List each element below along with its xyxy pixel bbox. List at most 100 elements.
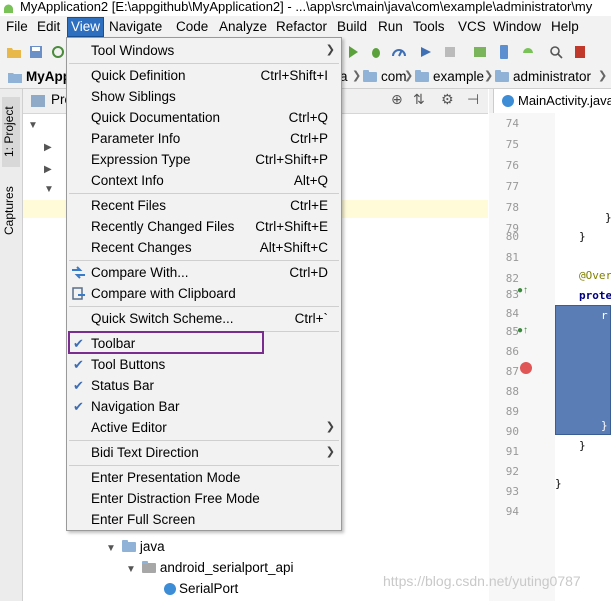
hide-panel-icon[interactable]: ⊣ xyxy=(467,91,479,108)
project-tool-tab[interactable]: 1: Project xyxy=(2,97,20,167)
menu-bar: File Edit View Navigate Code Analyze Ref… xyxy=(0,16,611,38)
tree-item-java[interactable]: ▼ java xyxy=(106,537,165,557)
menu-item-tool-buttons[interactable]: ✔ Tool Buttons xyxy=(67,354,341,375)
code-editor[interactable]: } } @Overr prote r } } } xyxy=(555,113,611,601)
folder-icon xyxy=(363,70,377,82)
line-number: 78 xyxy=(505,201,519,214)
menu-item-quick-documentation[interactable]: Quick Documentation Ctrl+Q xyxy=(67,107,341,128)
menu-separator xyxy=(69,465,339,466)
menu-item-navigation-bar[interactable]: ✔ Navigation Bar xyxy=(67,396,341,417)
menu-run[interactable]: Run xyxy=(375,18,406,36)
code-area xyxy=(555,181,611,195)
menu-item-enter-presentation-mode[interactable]: Enter Presentation Mode xyxy=(67,467,341,488)
menu-item-enter-full-screen[interactable]: Enter Full Screen xyxy=(67,509,341,530)
menu-navigate[interactable]: Navigate xyxy=(106,18,165,36)
open-folder-icon[interactable] xyxy=(6,44,22,60)
settings-gear-icon[interactable]: ⚙ xyxy=(441,91,454,108)
breadcrumb-com[interactable]: com xyxy=(363,68,407,86)
debug-icon[interactable] xyxy=(368,44,384,60)
breakpoint-icon[interactable] xyxy=(520,362,532,374)
clipboard-compare-icon xyxy=(72,287,85,300)
menu-item-tool-windows[interactable]: Tool Windows ❯ xyxy=(67,40,341,61)
menu-item-recent-changes[interactable]: Recent Changes Alt+Shift+C xyxy=(67,237,341,258)
menu-edit[interactable]: Edit xyxy=(34,18,63,36)
menu-item-context-info[interactable]: Context Info Alt+Q xyxy=(67,170,341,191)
menu-item-recent-files[interactable]: Recent Files Ctrl+E xyxy=(67,195,341,216)
save-icon[interactable] xyxy=(28,44,44,60)
tree-item-serialport[interactable]: SerialPort xyxy=(164,579,238,599)
tree-item-android-serialport-api[interactable]: ▼ android_serialport_api xyxy=(126,558,294,578)
menu-vcs[interactable]: VCS xyxy=(455,18,489,36)
line-number: 80 xyxy=(505,230,519,243)
tree-expand-arrow-icon: ▼ xyxy=(126,564,136,575)
menu-item-parameter-info[interactable]: Parameter Info Ctrl+P xyxy=(67,128,341,149)
menu-item-enter-distraction-free-mode[interactable]: Enter Distraction Free Mode xyxy=(67,488,341,509)
view-menu-dropdown: Tool Windows ❯ Quick Definition Ctrl+Shift… xyxy=(66,37,342,531)
scroll-from-source-icon[interactable]: ⊕ xyxy=(391,91,403,108)
tree-expand-arrow-icon[interactable]: ▼ xyxy=(44,184,54,195)
captures-tool-tab[interactable]: Captures xyxy=(2,181,20,241)
folder-icon xyxy=(415,70,429,82)
line-number: 76 xyxy=(505,159,519,172)
avd-manager-icon[interactable] xyxy=(496,44,512,60)
project-view-icon xyxy=(31,95,45,107)
editor-tab-bar: MainActivity.java xyxy=(489,89,611,114)
tree-collapse-arrow-icon[interactable]: ▶ xyxy=(44,142,52,153)
editor-tab-mainactivity[interactable]: MainActivity.java xyxy=(493,89,611,113)
menu-item-show-siblings[interactable]: Show Siblings xyxy=(67,86,341,107)
project-folder-icon xyxy=(8,73,22,83)
watermark-url: https://blog.csdn.net/yuting0787 xyxy=(383,573,581,589)
checkmark-icon: ✔ xyxy=(73,357,84,372)
menu-build[interactable]: Build xyxy=(334,18,370,36)
menu-view[interactable]: View xyxy=(67,17,105,37)
device-file-explorer-icon[interactable] xyxy=(572,44,588,60)
menu-item-quick-definition[interactable]: Quick Definition Ctrl+Shift+I xyxy=(67,65,341,86)
tree-expand-arrow-icon[interactable]: ▼ xyxy=(28,120,38,131)
line-number: 86 xyxy=(505,345,519,358)
menu-item-compare-with-clipboard[interactable]: Compare with Clipboard xyxy=(67,283,341,304)
android-device-icon[interactable] xyxy=(520,44,536,60)
search-everywhere-icon[interactable] xyxy=(548,44,564,60)
menu-item-expression-type[interactable]: Expression Type Ctrl+Shift+P xyxy=(67,149,341,170)
run-icon[interactable] xyxy=(345,44,361,60)
menu-item-status-bar[interactable]: ✔ Status Bar xyxy=(67,375,341,396)
stop-icon[interactable] xyxy=(442,44,458,60)
menu-separator xyxy=(69,260,339,261)
menu-refactor[interactable]: Refactor xyxy=(273,18,330,36)
menu-file[interactable]: File xyxy=(3,18,31,36)
override-gutter-icon[interactable]: ●↑ xyxy=(517,325,528,336)
sdk-manager-icon[interactable] xyxy=(472,44,488,60)
breadcrumb-example[interactable]: example xyxy=(415,68,484,86)
menu-item-compare-with[interactable]: Compare With... Ctrl+D xyxy=(67,262,341,283)
selected-tree-row xyxy=(23,200,67,218)
menu-help[interactable]: Help xyxy=(548,18,582,36)
class-icon xyxy=(164,583,176,595)
line-number: 84 xyxy=(505,307,519,320)
override-gutter-icon[interactable]: ●↑ xyxy=(517,285,528,296)
profile-icon[interactable] xyxy=(391,44,407,60)
menu-window[interactable]: Window xyxy=(490,18,544,36)
menu-item-bidi-text-direction[interactable]: Bidi Text Direction ❯ xyxy=(67,442,341,463)
menu-item-quick-switch-scheme[interactable]: Quick Switch Scheme... Ctrl+` xyxy=(67,308,341,329)
collapse-all-icon[interactable]: ⇅ xyxy=(413,91,425,108)
menu-code[interactable]: Code xyxy=(173,18,211,36)
tree-collapse-arrow-icon[interactable]: ▶ xyxy=(44,164,52,175)
code-line-93: } xyxy=(555,477,562,490)
code-line-80: } xyxy=(579,230,586,243)
breadcrumb-administrator[interactable]: administrator xyxy=(495,68,591,86)
menu-item-active-editor[interactable]: Active Editor ❯ xyxy=(67,417,341,438)
folder-icon xyxy=(121,540,136,552)
checkmark-icon: ✔ xyxy=(73,378,84,393)
selected-tree-row xyxy=(340,200,488,218)
sync-icon[interactable] xyxy=(50,44,66,60)
menu-analyze[interactable]: Analyze xyxy=(216,18,270,36)
submenu-arrow-icon: ❯ xyxy=(325,421,335,433)
line-number: 89 xyxy=(505,405,519,418)
title-bar: MyApplication2 [E:\appgithub\MyApplicati… xyxy=(0,0,611,16)
menu-item-recently-changed-files[interactable]: Recently Changed Files Ctrl+Shift+E xyxy=(67,216,341,237)
attach-debugger-icon[interactable] xyxy=(418,44,434,60)
submenu-arrow-icon: ❯ xyxy=(325,44,335,56)
line-number: 92 xyxy=(505,465,519,478)
android-studio-icon xyxy=(4,4,13,13)
menu-tools[interactable]: Tools xyxy=(410,18,448,36)
